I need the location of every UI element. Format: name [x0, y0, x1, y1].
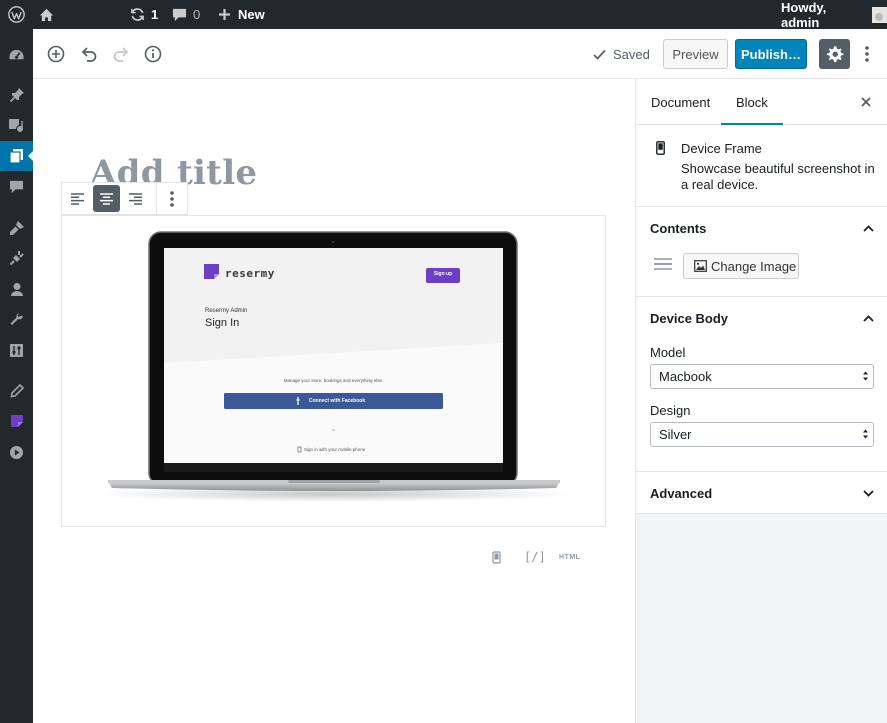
screen-or-label: or: [331, 427, 336, 432]
editor-content: Add title resermy Sign up Resermy Admin …: [33, 79, 635, 723]
design-label: Design: [650, 403, 691, 418]
wordpress-logo-icon[interactable]: [8, 0, 25, 29]
media-icon[interactable]: [0, 111, 33, 141]
admin-side-menu: [0, 29, 34, 723]
comments-count: 0: [193, 7, 201, 22]
refresh-icon: [131, 8, 144, 21]
new-label: New: [238, 7, 265, 22]
settings-toggle-button[interactable]: [819, 39, 850, 69]
screen-facebook-button: Connect with Facebook: [309, 398, 366, 404]
checkmark-icon: [593, 49, 606, 60]
preview-button[interactable]: Preview: [663, 39, 728, 69]
saved-label: Saved: [613, 46, 650, 62]
settings-menu-icon[interactable]: [0, 335, 33, 365]
contents-panel-heading[interactable]: Contents: [650, 221, 706, 236]
contents-panel: Contents: [636, 207, 887, 297]
align-left-icon: [70, 192, 84, 205]
saved-status: Saved: [593, 29, 650, 79]
plus-icon: [219, 9, 230, 20]
block-description: Showcase beautiful screenshot in a real …: [681, 161, 875, 192]
screen-heading-small: Resermy Admin: [205, 308, 248, 314]
model-label: Model: [650, 345, 686, 360]
screen-phone-link: Sign in with your mobile phone: [304, 447, 366, 452]
align-left-button[interactable]: [62, 183, 92, 214]
comments-menu-icon[interactable]: [0, 172, 33, 202]
device-body-panel-heading[interactable]: Device Body: [650, 311, 728, 326]
block-name: Device Frame: [681, 141, 762, 156]
comment-icon: [172, 8, 187, 21]
screen-heading-large: Sign In: [205, 317, 240, 329]
model-select-value: Macbook: [659, 369, 712, 384]
block-more-options-button[interactable]: [157, 183, 187, 214]
screen-logo-text: resermy: [225, 267, 275, 280]
design-select-value: Silver: [659, 427, 692, 442]
advanced-panel: Advanced: [636, 472, 887, 514]
device-body-panel: Device Body Model Macbook Design Silver: [636, 297, 887, 472]
change-image-button[interactable]: Change Image: [683, 253, 799, 279]
updates-item[interactable]: 1: [130, 0, 158, 29]
dashboard-icon[interactable]: [0, 39, 33, 69]
plugins-icon[interactable]: [0, 243, 33, 273]
sidebar-tabs: Document Block: [636, 79, 887, 126]
admin-bar: 1 0 New Howdy, admin: [0, 0, 887, 30]
device-frame-block-icon: [656, 141, 665, 158]
mobile-device-icon[interactable]: [492, 547, 501, 567]
tab-block[interactable]: Block: [721, 79, 783, 126]
updates-count: 1: [151, 7, 159, 22]
chevron-down-icon[interactable]: [862, 487, 874, 499]
add-block-icon[interactable]: [43, 41, 69, 67]
publish-button[interactable]: Publish…: [735, 39, 807, 69]
close-sidebar-icon[interactable]: [858, 94, 874, 110]
screen-signup-button: Sign up: [433, 271, 453, 277]
html-label: HTML: [559, 553, 581, 561]
image-placeholder-icon: [654, 257, 672, 274]
users-icon[interactable]: [0, 274, 33, 304]
align-center-button[interactable]: [93, 185, 120, 212]
comments-item[interactable]: 0: [172, 0, 200, 29]
design-select[interactable]: Silver: [650, 422, 874, 447]
chevron-up-icon[interactable]: [862, 222, 874, 234]
settings-sidebar: Document Block Device Frame Showcase bea…: [635, 79, 887, 723]
select-arrows-icon: [863, 429, 868, 439]
device-frame-plugin-icon[interactable]: [0, 406, 33, 436]
pages-icon[interactable]: [0, 141, 34, 171]
tab-document[interactable]: Document: [651, 79, 710, 125]
howdy-label: Howdy, admin: [781, 0, 827, 30]
image-icon: [694, 260, 707, 272]
device-frame-block[interactable]: resermy Sign up Resermy Admin Sign In Ma…: [61, 215, 606, 527]
block-card: Device Frame Showcase beautiful screensh…: [636, 125, 887, 207]
more-options-icon[interactable]: [860, 41, 874, 67]
undo-icon[interactable]: [76, 41, 102, 67]
avatar: [871, 6, 887, 23]
redo-icon[interactable]: [108, 41, 134, 67]
html-mode-button[interactable]: HTML: [559, 547, 580, 567]
block-toolbar: [61, 182, 188, 215]
pin-icon[interactable]: [0, 80, 33, 110]
align-center-icon: [99, 192, 113, 205]
change-image-label: Change Image: [711, 258, 797, 274]
chevron-up-icon[interactable]: [862, 312, 874, 324]
macbook-device-frame: [94, 231, 574, 502]
gear-icon: [826, 46, 844, 63]
play-icon[interactable]: [0, 437, 33, 467]
appearance-icon[interactable]: [0, 213, 33, 243]
my-account[interactable]: Howdy, admin: [781, 0, 887, 30]
home-icon[interactable]: [39, 0, 54, 29]
shortcode-label: [/]: [524, 550, 546, 564]
info-icon[interactable]: [140, 41, 166, 67]
model-select[interactable]: Macbook: [650, 364, 874, 389]
screen-tagline: Manage your store, bookings and everythi…: [283, 378, 384, 383]
shortcode-label-button[interactable]: [/]: [524, 547, 546, 567]
vertical-dots-icon: [170, 190, 174, 207]
select-arrows-icon: [863, 371, 868, 381]
align-right-icon: [129, 192, 143, 205]
editor-header: Saved Preview Publish…: [33, 29, 887, 79]
advanced-panel-heading[interactable]: Advanced: [650, 486, 712, 501]
new-content-item[interactable]: New: [218, 0, 265, 29]
align-right-button[interactable]: [121, 183, 151, 214]
pencil-icon[interactable]: [0, 376, 33, 406]
tools-icon[interactable]: [0, 305, 33, 335]
